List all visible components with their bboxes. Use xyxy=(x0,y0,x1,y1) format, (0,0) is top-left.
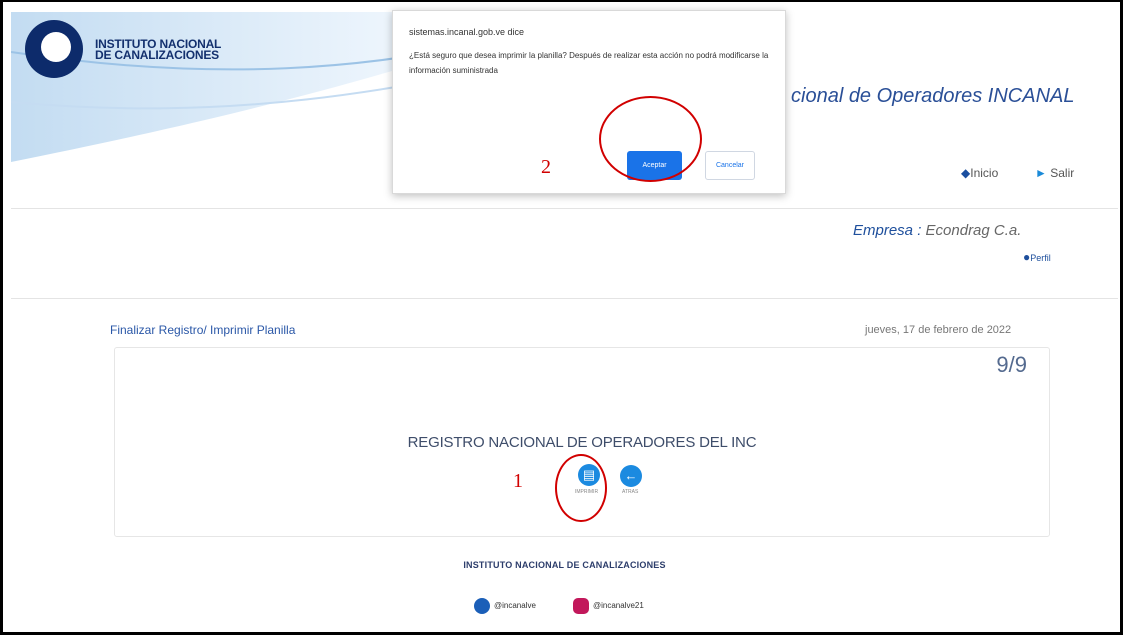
back-button[interactable]: ← xyxy=(620,465,642,487)
confirm-dialog: sistemas.incanal.gob.ve dice ¿Está segur… xyxy=(392,10,786,194)
nav-home-link[interactable]: ◆Inicio xyxy=(961,166,998,180)
footer-title: INSTITUTO NACIONAL DE CANALIZACIONES xyxy=(463,560,666,570)
nav-home-label: Inicio xyxy=(970,166,999,180)
breadcrumb: Finalizar Registro/ Imprimir Planilla xyxy=(110,323,296,337)
arrow-left-icon: ← xyxy=(624,468,638,483)
instagram-icon xyxy=(573,598,589,614)
nav-exit-link[interactable]: ► Salir xyxy=(1035,166,1074,180)
instagram-link[interactable]: @incanalve21 xyxy=(573,598,644,614)
company-info: Empresa : Econdrag C.a. xyxy=(853,222,1021,239)
dialog-message: ¿Está seguro que desea imprimir la plani… xyxy=(409,51,769,75)
card-title: REGISTRO NACIONAL DE OPERADORES DEL INC xyxy=(407,434,757,451)
annotation-number-1: 1 xyxy=(513,470,523,492)
back-label: ATRAS xyxy=(622,489,639,495)
screenshot-frame: INSTITUTO NACIONAL DE CANALIZACIONES cio… xyxy=(0,0,1123,635)
dialog-origin: sistemas.incanal.gob.ve dice xyxy=(409,27,525,37)
step-indicator: 9/9 xyxy=(996,352,1027,377)
twitter-link[interactable]: @incanalve xyxy=(474,598,536,614)
company-label: Empresa : xyxy=(853,222,926,239)
logo-line-2: DE CANALIZACIONES xyxy=(95,48,219,62)
current-date: jueves, 17 de febrero de 2022 xyxy=(865,324,1012,336)
section-divider xyxy=(11,298,1118,299)
twitter-icon xyxy=(474,598,490,614)
logo-text: INSTITUTO NACIONAL DE CANALIZACIONES xyxy=(95,38,221,62)
nav-exit-label: Salir xyxy=(1050,166,1075,180)
app-title: cional de Operadores INCANAL xyxy=(791,85,1075,107)
cancel-button[interactable]: Cancelar xyxy=(705,151,755,180)
profile-label: Perfil xyxy=(1030,253,1051,263)
company-name: Econdrag C.a. xyxy=(925,222,1022,239)
profile-link[interactable]: ●Perfil xyxy=(1023,250,1051,264)
header-divider xyxy=(11,208,1118,209)
annotation-ring-1 xyxy=(555,454,607,522)
logo-inner-icon xyxy=(41,32,71,62)
exit-icon: ► xyxy=(1035,166,1051,180)
annotation-number-2: 2 xyxy=(541,156,551,178)
home-icon: ◆ xyxy=(961,166,971,180)
instagram-handle: @incanalve21 xyxy=(593,601,644,611)
annotation-ring-2 xyxy=(599,96,702,182)
twitter-handle: @incanalve xyxy=(494,601,536,611)
